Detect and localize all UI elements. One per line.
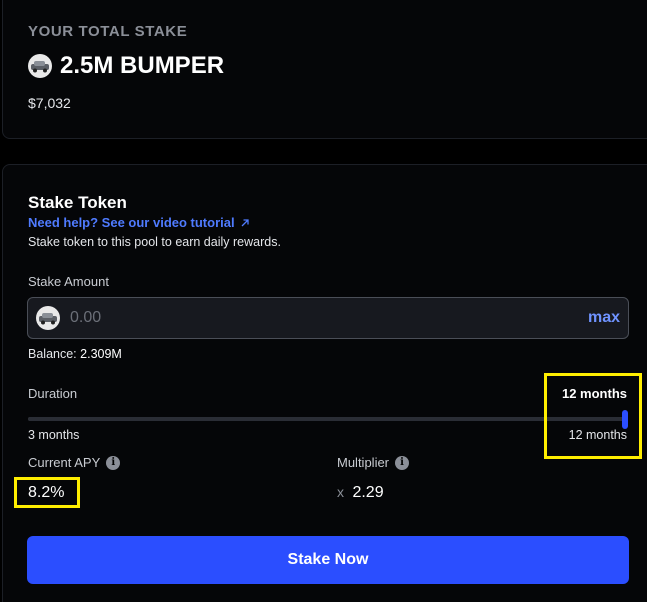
stake-amount-input[interactable] [70, 309, 588, 327]
total-stake-row: 2.5M BUMPER [28, 52, 224, 80]
stake-token-title: Stake Token [28, 193, 127, 212]
stake-amount-field: max [27, 297, 629, 339]
car-token-icon [28, 54, 52, 78]
current-apy-label: Current APY i [28, 455, 121, 470]
max-button[interactable]: max [588, 309, 620, 327]
stake-now-button[interactable]: Stake Now [27, 536, 629, 584]
multiplier-label: Multiplier i [337, 455, 410, 470]
multiplier-prefix: x [337, 484, 344, 500]
current-apy-label-text: Current APY [28, 455, 101, 470]
duration-label: Duration [28, 386, 78, 401]
balance-row: Balance: 2.309M [28, 347, 122, 361]
car-token-icon [36, 306, 60, 330]
multiplier-value: 2.29 [352, 484, 384, 501]
total-stake-label: YOUR TOTAL STAKE [28, 23, 188, 40]
duration-slider[interactable] [28, 410, 628, 429]
balance-value: 2.309M [80, 347, 122, 361]
total-stake-card: YOUR TOTAL STAKE 2.5M BUMPER $7,032 [2, 0, 647, 139]
stake-description: Stake token to this pool to earn daily r… [28, 235, 281, 249]
total-stake-usd: $7,032 [28, 95, 71, 111]
apy-info-icon[interactable]: i [106, 455, 121, 470]
duration-slider-fill [28, 417, 628, 421]
multiplier-label-text: Multiplier [337, 455, 390, 470]
multiplier-info-icon[interactable]: i [395, 455, 410, 470]
apy-highlight-box [14, 477, 80, 508]
multiplier-value-row: x 2.29 [337, 484, 384, 502]
stake-amount-label: Stake Amount [28, 274, 109, 289]
video-tutorial-link[interactable]: Need help? See our video tutorial [28, 215, 250, 230]
duration-min-label: 3 months [28, 428, 80, 442]
balance-label: Balance: [28, 347, 77, 361]
duration-highlight-box [544, 373, 642, 459]
video-tutorial-link-text: Need help? See our video tutorial [28, 215, 235, 230]
total-stake-amount: 2.5M BUMPER [60, 52, 225, 79]
external-link-arrow-icon [241, 218, 249, 226]
